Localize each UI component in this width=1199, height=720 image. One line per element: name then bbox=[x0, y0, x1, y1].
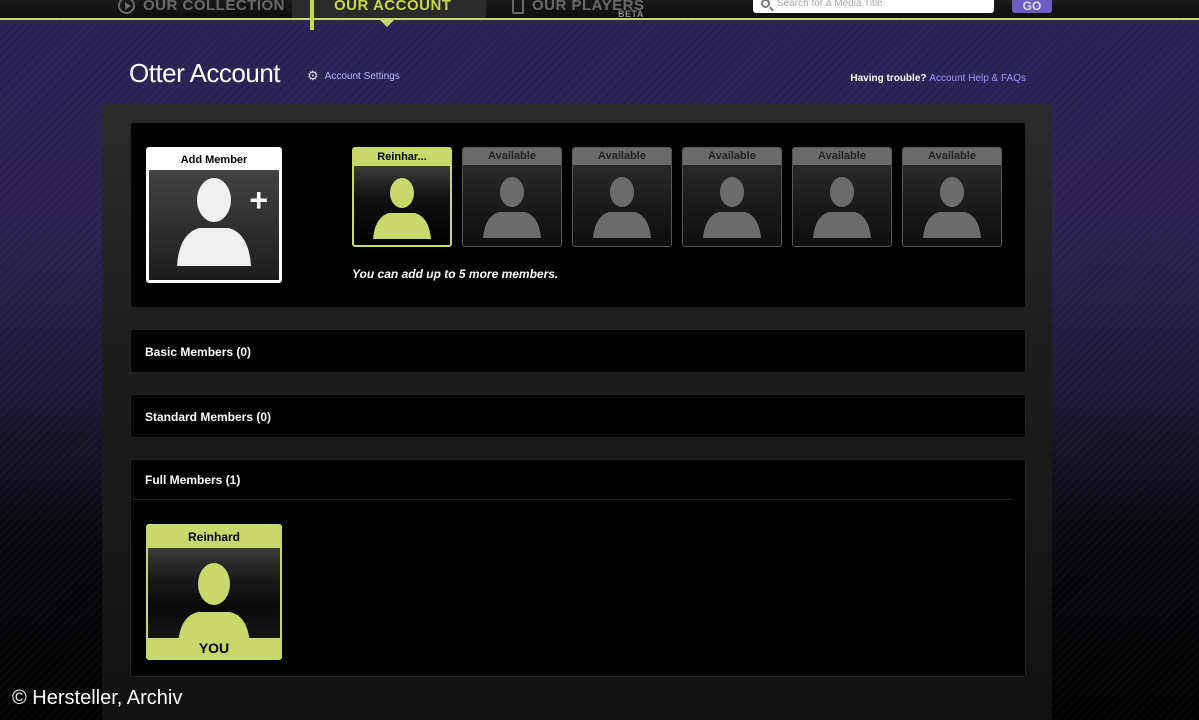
account-settings-label: Account Settings bbox=[324, 70, 400, 82]
bars-icon bbox=[310, 0, 326, 30]
person-icon bbox=[177, 178, 251, 266]
member-slot-available[interactable]: Available bbox=[462, 147, 562, 247]
member-slot-reinhard[interactable]: Reinhar... bbox=[352, 147, 452, 247]
you-label: YOU bbox=[148, 638, 280, 658]
section-title: Standard Members (0) bbox=[145, 410, 272, 424]
page-title: Otter Account bbox=[129, 58, 281, 88]
add-member-button[interactable]: Add Member + bbox=[146, 147, 282, 283]
tab-our-account[interactable]: OUR ACCOUNT bbox=[292, 0, 486, 30]
standard-members-section[interactable]: Standard Members (0) bbox=[130, 394, 1026, 438]
slot-label: Available bbox=[573, 148, 671, 165]
basic-members-section[interactable]: Basic Members (0) bbox=[130, 329, 1026, 373]
slot-label: Available bbox=[793, 148, 891, 165]
add-member-label: Add Member bbox=[149, 150, 279, 170]
tab-our-players[interactable]: OUR PLAYERS BETA bbox=[512, 0, 644, 19]
person-icon bbox=[923, 177, 981, 238]
tab-our-collection[interactable]: OUR COLLECTION bbox=[118, 0, 285, 18]
person-icon bbox=[178, 563, 250, 644]
member-slot-available[interactable]: Available bbox=[682, 147, 782, 247]
member-slot-available[interactable]: Available bbox=[902, 147, 1002, 247]
member-name: Reinhard bbox=[148, 526, 280, 548]
copyright-watermark: © Hersteller, Archiv bbox=[12, 687, 183, 709]
phone-icon bbox=[512, 0, 524, 14]
member-card-you[interactable]: Reinhard YOU bbox=[146, 524, 282, 660]
slot-label: Available bbox=[683, 148, 781, 165]
full-members-section: Full Members (1) Reinhard YOU bbox=[130, 459, 1026, 677]
person-icon bbox=[593, 177, 651, 238]
add-members-note: You can add up to 5 more members. bbox=[352, 267, 559, 281]
person-icon bbox=[703, 177, 761, 238]
gear-icon: ⚙ bbox=[307, 68, 319, 83]
beta-badge: BETA bbox=[618, 9, 644, 19]
account-settings-link[interactable]: ⚙ Account Settings bbox=[307, 68, 400, 84]
search-icon bbox=[761, 0, 770, 8]
help-prefix: Having trouble? bbox=[850, 73, 927, 84]
section-title: Full Members (1) bbox=[131, 460, 1011, 500]
tab-label: OUR ACCOUNT bbox=[334, 0, 452, 14]
account-help-link[interactable]: Account Help & FAQs bbox=[929, 73, 1026, 84]
member-slot-available[interactable]: Available bbox=[792, 147, 892, 247]
slot-label: Available bbox=[463, 148, 561, 165]
section-title: Basic Members (0) bbox=[145, 345, 252, 359]
play-circle-icon bbox=[118, 0, 135, 14]
person-icon bbox=[813, 177, 871, 238]
top-navigation: OUR COLLECTION OUR ACCOUNT OUR PLAYERS B… bbox=[0, 0, 1199, 30]
member-slot-available[interactable]: Available bbox=[572, 147, 672, 247]
help-text: Having trouble? Account Help & FAQs bbox=[850, 73, 1026, 84]
person-icon bbox=[483, 177, 541, 238]
main-panel: Add Member + Reinhar... Available Availabl… bbox=[102, 104, 1052, 720]
members-box: Add Member + Reinhar... Available Availabl… bbox=[130, 122, 1026, 308]
slot-label: Reinhar... bbox=[354, 149, 450, 166]
person-icon bbox=[373, 178, 431, 239]
go-button[interactable]: GO bbox=[1012, 0, 1052, 13]
tab-label: OUR COLLECTION bbox=[143, 0, 285, 14]
search-placeholder: Search for a Media Title bbox=[777, 0, 883, 9]
slot-label: Available bbox=[903, 148, 1001, 165]
search-input[interactable]: Search for a Media Title bbox=[753, 0, 994, 13]
